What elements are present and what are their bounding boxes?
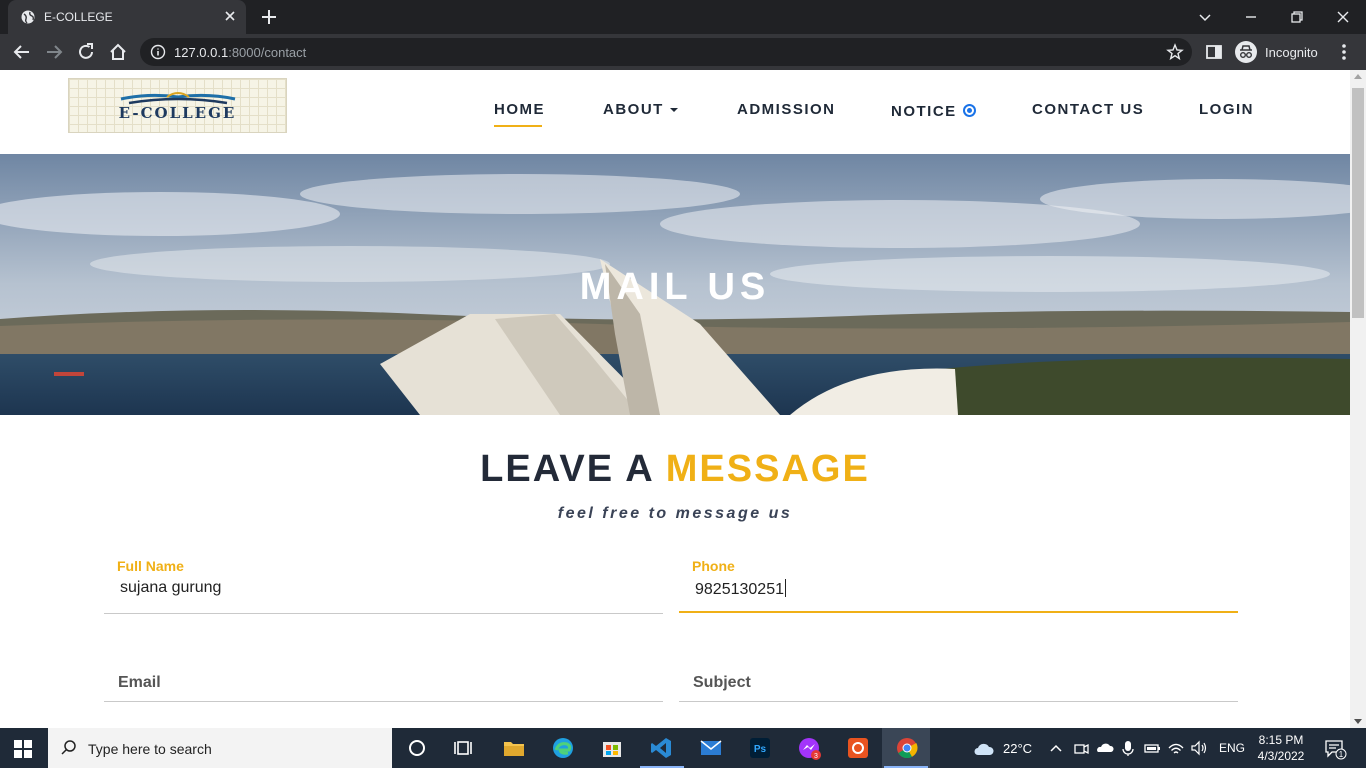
hero-title: MAIL US	[579, 266, 771, 308]
svg-text:Ps: Ps	[754, 744, 767, 755]
incognito-icon	[1235, 41, 1257, 63]
clock-time: 8:15 PM	[1258, 733, 1304, 747]
file-explorer-icon[interactable]	[502, 736, 526, 760]
back-icon[interactable]	[12, 42, 32, 62]
subject-field[interactable]: Subject	[679, 646, 1238, 702]
clock-date: 4/3/2022	[1257, 749, 1305, 763]
section-title: LEAVE A MESSAGE	[0, 448, 1350, 491]
nav-notice-label: NOTICE	[891, 103, 957, 120]
url-path: :8000/contact	[228, 45, 307, 60]
meet-now-icon[interactable]	[1071, 736, 1091, 760]
nav-home[interactable]: HOME	[494, 101, 545, 118]
email-placeholder: Email	[118, 674, 161, 691]
nav-login[interactable]: LOGIN	[1199, 101, 1254, 118]
scrollbar-thumb[interactable]	[1352, 88, 1364, 318]
email-field[interactable]: Email	[104, 646, 663, 702]
bookmark-star-icon[interactable]	[1166, 43, 1184, 61]
phone-value-text: 9825130251	[695, 581, 784, 598]
browser-tab[interactable]: E-COLLEGE	[8, 0, 246, 34]
system-clock[interactable]: 8:15 PM 4/3/2022	[1250, 732, 1312, 764]
address-bar[interactable]: 127.0.0.1:8000/contact	[140, 38, 1192, 66]
nav-contact-us[interactable]: CONTACT US	[1032, 101, 1144, 118]
hero-banner: MAIL US	[0, 154, 1350, 415]
volume-icon[interactable]	[1189, 736, 1209, 760]
phone-field[interactable]: Phone 9825130251	[679, 558, 1238, 613]
site-info-icon[interactable]	[150, 44, 166, 60]
search-icon	[61, 740, 76, 755]
photoshop-icon[interactable]: Ps	[748, 736, 772, 760]
vscode-icon[interactable]	[649, 736, 673, 760]
page-scrollbar[interactable]	[1350, 70, 1366, 728]
phone-value[interactable]: 9825130251	[695, 579, 786, 599]
caret-down-icon	[669, 108, 678, 113]
full-name-value[interactable]: sujana gurung	[120, 579, 221, 597]
scroll-down-icon[interactable]	[1354, 719, 1362, 724]
scroll-up-icon[interactable]	[1354, 74, 1362, 79]
section-subtitle: feel free to message us	[557, 505, 793, 522]
messenger-badge: 3	[814, 753, 818, 760]
mail-icon[interactable]	[699, 736, 723, 760]
nav-about-label: ABOUT	[603, 101, 664, 118]
text-cursor	[784, 579, 786, 597]
url-text: 127.0.0.1:8000/contact	[174, 45, 306, 60]
reload-icon[interactable]	[76, 42, 96, 62]
incognito-indicator[interactable]: Incognito	[1235, 41, 1323, 63]
notifications-icon[interactable]: 1	[1322, 736, 1348, 760]
more-menu-icon[interactable]	[1334, 42, 1354, 62]
onedrive-icon[interactable]	[1095, 736, 1115, 760]
weather-temperature[interactable]: 22°C	[1003, 741, 1032, 756]
home-icon[interactable]	[108, 42, 128, 62]
taskbar-search-placeholder: Type here to search	[88, 741, 212, 757]
logo-text: E-COLLEGE	[118, 104, 237, 122]
messenger-icon[interactable]: 3	[797, 736, 821, 760]
battery-icon[interactable]	[1142, 736, 1162, 760]
ubuntu-app-icon[interactable]	[846, 736, 870, 760]
phone-label: Phone	[692, 558, 735, 574]
forward-icon[interactable]	[44, 42, 64, 62]
store-icon[interactable]	[600, 736, 624, 760]
subject-placeholder: Subject	[693, 674, 751, 691]
close-tab-icon[interactable]	[222, 8, 238, 24]
tab-title: E-COLLEGE	[44, 10, 113, 24]
side-panel-icon[interactable]	[1204, 42, 1224, 62]
globe-icon	[21, 10, 35, 24]
notice-indicator-icon	[962, 104, 976, 117]
section-title-main: LEAVE A	[480, 448, 666, 490]
edge-browser-icon[interactable]	[551, 736, 575, 760]
taskbar-search-box[interactable]: Type here to search	[48, 728, 392, 768]
task-view-icon[interactable]	[452, 736, 476, 760]
windows-taskbar: Type here to search Ps 3 22°C ENG 8:15 P…	[0, 728, 1366, 768]
browser-toolbar: 127.0.0.1:8000/contact	[0, 34, 1366, 70]
nav-notice[interactable]: NOTICE	[891, 103, 976, 120]
nav-admission[interactable]: ADMISSION	[737, 101, 836, 118]
restore-icon[interactable]	[1286, 6, 1308, 28]
full-name-field[interactable]: Full Name sujana gurung	[104, 558, 663, 614]
weather-cloud-icon[interactable]	[972, 737, 996, 761]
nav-active-underline	[494, 125, 542, 127]
browser-tab-bar: E-COLLEGE	[0, 0, 1366, 34]
chevron-up-icon[interactable]	[1046, 736, 1066, 760]
url-host: 127.0.0.1	[174, 45, 229, 60]
nav-about[interactable]: ABOUT	[603, 101, 678, 118]
new-tab-icon[interactable]	[260, 8, 278, 26]
microphone-icon[interactable]	[1118, 736, 1138, 760]
tab-search-icon[interactable]	[1194, 6, 1216, 28]
cortana-icon[interactable]	[405, 736, 429, 760]
incognito-label: Incognito	[1265, 45, 1318, 60]
site-logo[interactable]: E-COLLEGE	[68, 78, 287, 133]
input-language[interactable]: ENG	[1219, 741, 1245, 755]
chrome-icon[interactable]	[895, 736, 919, 760]
section-title-accent: MESSAGE	[665, 448, 870, 490]
web-page: E-COLLEGE HOME ABOUT ADMISSION NOTICE CO…	[0, 70, 1350, 728]
minimize-icon[interactable]	[1240, 6, 1262, 28]
notification-count: 1	[1339, 750, 1344, 759]
wifi-icon[interactable]	[1166, 736, 1186, 760]
full-name-label: Full Name	[117, 558, 184, 574]
windows-start-icon[interactable]	[14, 740, 32, 758]
close-window-icon[interactable]	[1332, 6, 1354, 28]
